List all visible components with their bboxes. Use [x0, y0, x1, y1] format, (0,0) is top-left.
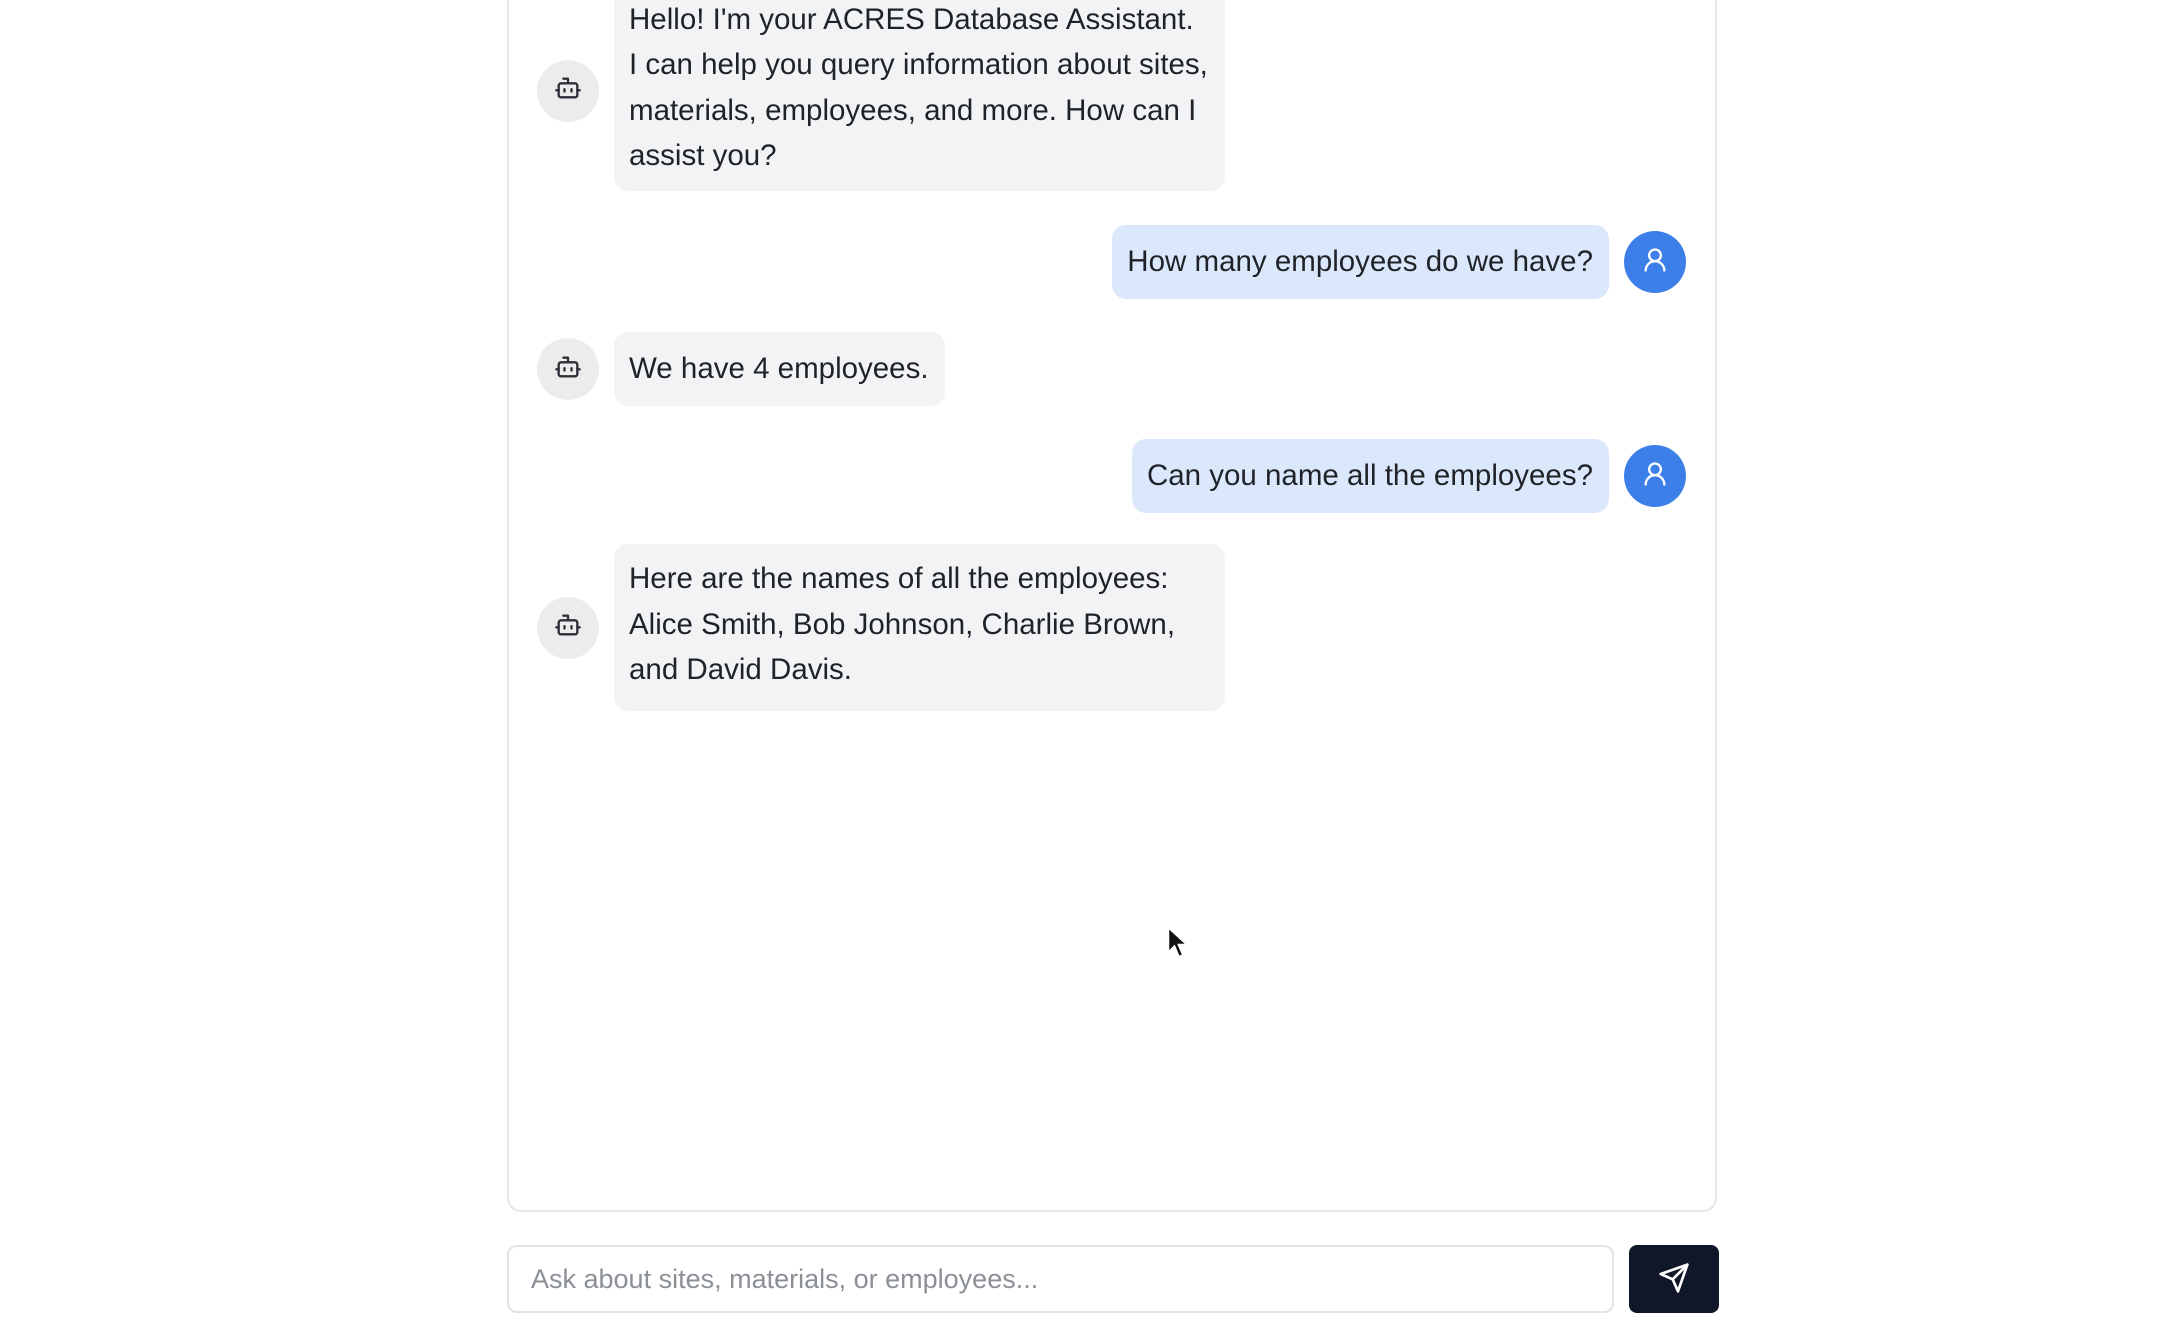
user-icon: [1641, 460, 1669, 493]
composer: [507, 1245, 1719, 1313]
assistant-message-text: Hello! I'm your ACRES Database Assistant…: [614, 0, 1225, 191]
user-avatar: [1624, 445, 1686, 507]
assistant-avatar: [537, 596, 599, 659]
send-button[interactable]: [1629, 1245, 1719, 1313]
assistant-message: We have 4 employees.: [537, 331, 945, 407]
user-message-text: How many employees do we have?: [1112, 225, 1609, 299]
chat-page: Hello! I'm your ACRES Database Assistant…: [0, 0, 2168, 1336]
assistant-message: Here are the names of all the employees:…: [537, 544, 1225, 711]
assistant-message: Hello! I'm your ACRES Database Assistant…: [537, 0, 1225, 193]
user-message: How many employees do we have?: [1112, 224, 1686, 300]
user-icon: [1641, 246, 1669, 279]
send-icon: [1658, 1262, 1690, 1297]
assistant-message-text: Here are the names of all the employees:…: [614, 544, 1225, 711]
user-avatar: [1624, 231, 1686, 293]
assistant-avatar: [537, 338, 599, 400]
bot-icon: [554, 74, 582, 107]
user-message-text: Can you name all the employees?: [1131, 439, 1609, 513]
assistant-avatar: [537, 59, 599, 122]
bot-icon: [554, 353, 582, 386]
user-message: Can you name all the employees?: [1131, 438, 1686, 514]
assistant-message-text: We have 4 employees.: [614, 332, 945, 406]
bot-icon: [554, 611, 582, 644]
chat-input[interactable]: [507, 1245, 1614, 1313]
mouse-cursor: [1167, 926, 1191, 965]
